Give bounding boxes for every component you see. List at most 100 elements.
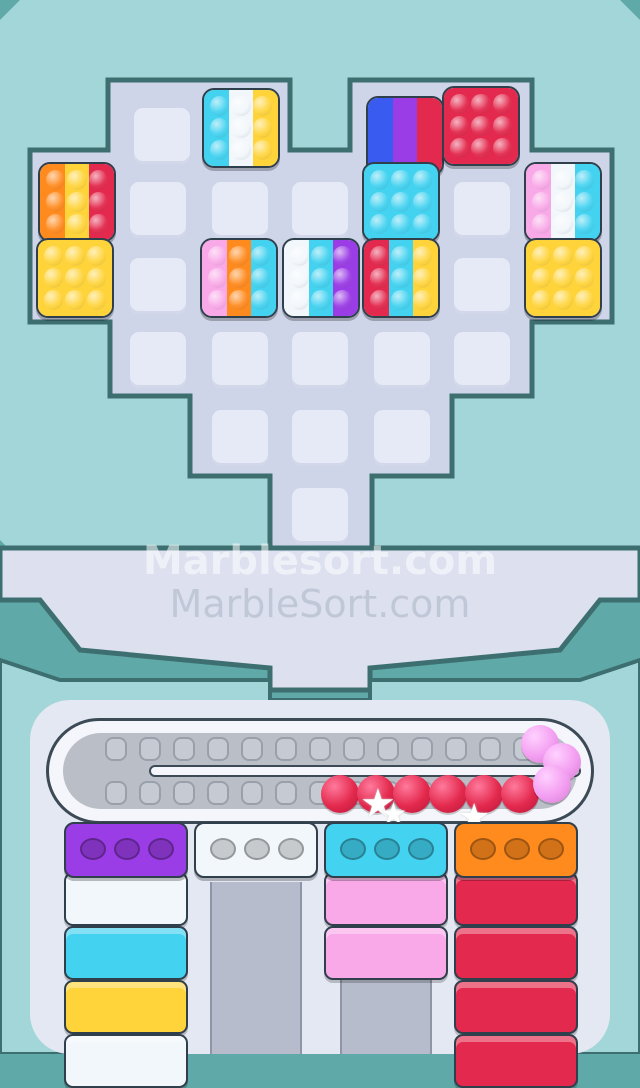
- conveyor-slot: [275, 781, 297, 805]
- conveyor-slot: [173, 737, 195, 761]
- marble: [311, 246, 331, 266]
- block-white-cyan-purple[interactable]: [282, 238, 360, 318]
- marble: [229, 246, 249, 266]
- block-marbles: [46, 170, 108, 234]
- color-layer-white: [64, 1034, 188, 1088]
- column-track: [210, 882, 302, 1054]
- tray-cell: [454, 332, 510, 388]
- marble-hole: [114, 838, 140, 860]
- tray-cell: [292, 332, 348, 388]
- color-layer-pink: [324, 926, 448, 980]
- color-layer-cyan: [64, 926, 188, 980]
- color-layer-red: [454, 1034, 578, 1088]
- block-marbles: [44, 246, 106, 310]
- block-red-cyan-yellow[interactable]: [362, 238, 440, 318]
- block-yellow-right[interactable]: [524, 238, 602, 318]
- tray-cell: [212, 332, 268, 388]
- marble-hole: [148, 838, 174, 860]
- marble: [210, 96, 230, 116]
- marble: [553, 214, 573, 234]
- marble: [391, 290, 411, 310]
- color-layer-red: [454, 926, 578, 980]
- marble-hole: [504, 838, 530, 860]
- marble: [67, 170, 87, 190]
- tray-cell: [134, 108, 190, 164]
- block-yellow-left[interactable]: [36, 238, 114, 318]
- color-layer-yellow: [64, 980, 188, 1034]
- marble: [412, 290, 432, 310]
- marble: [532, 214, 552, 234]
- marble-hole: [538, 838, 564, 860]
- block-marbles: [450, 94, 512, 158]
- marble: [574, 192, 594, 212]
- marble: [370, 192, 390, 212]
- marble: [252, 140, 272, 160]
- marble: [290, 246, 310, 266]
- marble: [471, 138, 491, 158]
- block-marbles: [532, 170, 594, 234]
- conveyor-slot: [105, 737, 127, 761]
- marble-hole: [80, 838, 106, 860]
- marble: [450, 116, 470, 136]
- collector-orange[interactable]: [454, 822, 578, 878]
- marble: [412, 192, 432, 212]
- marble: [46, 192, 66, 212]
- column-white[interactable]: [194, 822, 318, 1054]
- marble: [231, 96, 251, 116]
- block-orange-yellow-red[interactable]: [38, 162, 116, 242]
- collector-cyan[interactable]: [324, 822, 448, 878]
- collector-purple[interactable]: [64, 822, 188, 878]
- marble: [391, 192, 411, 212]
- watermark-secondary: MarbleSort.com: [169, 582, 471, 626]
- marble: [44, 268, 64, 288]
- marble: [332, 268, 352, 288]
- marble: [88, 192, 108, 212]
- block-cyan-white-yellow[interactable]: [202, 88, 280, 168]
- marble: [229, 290, 249, 310]
- marble: [250, 268, 270, 288]
- marble-hole: [340, 838, 366, 860]
- color-layer-white: [64, 872, 188, 926]
- marble: [553, 268, 573, 288]
- column-orange[interactable]: [454, 822, 578, 1088]
- block-pink-orange-cyan[interactable]: [200, 238, 278, 318]
- block-cyan[interactable]: [362, 162, 440, 242]
- conveyor-slot: [343, 737, 365, 761]
- marble: [332, 246, 352, 266]
- marble: [208, 290, 228, 310]
- column-cyan[interactable]: [324, 822, 448, 1054]
- marble: [492, 116, 512, 136]
- marble: [574, 268, 594, 288]
- block-pink-white-cyan[interactable]: [524, 162, 602, 242]
- marble: [250, 290, 270, 310]
- block-red[interactable]: [442, 86, 520, 166]
- marble: [65, 268, 85, 288]
- marble: [210, 118, 230, 138]
- marble: [250, 246, 270, 266]
- tray-cell: [374, 410, 430, 466]
- marble: [231, 140, 251, 160]
- marble: [44, 246, 64, 266]
- marble: [532, 170, 552, 190]
- tray-cell: [130, 258, 186, 314]
- collector-white[interactable]: [194, 822, 318, 878]
- marble: [311, 290, 331, 310]
- tray-cell: [454, 182, 510, 238]
- conveyor-slot: [207, 737, 229, 761]
- marble: [532, 192, 552, 212]
- conveyor-slot: [241, 737, 263, 761]
- marble: [65, 290, 85, 310]
- marble: [532, 290, 552, 310]
- color-layer-pink: [324, 872, 448, 926]
- marble: [574, 246, 594, 266]
- conveyor-slot: [105, 781, 127, 805]
- marble: [252, 118, 272, 138]
- marble: [574, 214, 594, 234]
- column-purple[interactable]: [64, 822, 188, 1088]
- marble: [46, 214, 66, 234]
- tray-cell: [212, 410, 268, 466]
- marble: [412, 214, 432, 234]
- marble: [65, 246, 85, 266]
- marble: [370, 268, 390, 288]
- conveyor-slot: [309, 737, 331, 761]
